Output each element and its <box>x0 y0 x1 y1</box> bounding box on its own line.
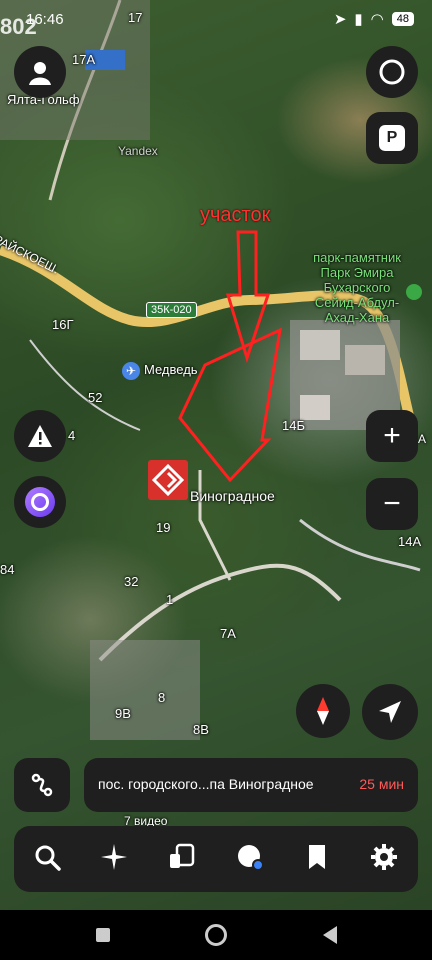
profile-avatar-button[interactable] <box>14 46 66 98</box>
map-label: Yandex <box>118 144 158 158</box>
alice-icon <box>25 487 55 517</box>
transport-icon <box>170 843 195 868</box>
route-eta: 25 мин <box>359 776 404 792</box>
alice-assistant-button[interactable] <box>14 476 66 528</box>
route-summary[interactable]: пос. городского...па Виноградное 25 мин <box>84 758 418 812</box>
plus-icon: + <box>383 419 401 452</box>
map-label: 14А <box>398 534 422 549</box>
layers-button[interactable] <box>366 46 418 98</box>
map-label: 32 <box>124 574 139 589</box>
map-label: 8 <box>158 690 166 705</box>
poi-icon[interactable]: ✈ <box>122 362 140 380</box>
bottom-toolbar <box>14 826 418 892</box>
user-icon <box>29 62 51 85</box>
circle-icon <box>379 59 405 85</box>
map-label: 17А <box>72 52 96 67</box>
transport-tab[interactable] <box>167 842 197 877</box>
compass-icon <box>317 697 329 725</box>
side-road <box>198 470 232 581</box>
wifi-icon: ◠ <box>370 11 384 28</box>
clock: 16:46 <box>26 11 64 28</box>
status-bar: 802 16:46 ➤ ▮ ◠ 48 <box>0 0 432 40</box>
map-label: 1 <box>166 592 174 607</box>
building-block <box>90 640 200 740</box>
plot-annotation: участок <box>200 204 271 226</box>
map-label: 14Б <box>282 418 305 433</box>
my-location-button[interactable] <box>362 684 418 740</box>
map-label: 7А <box>220 626 236 641</box>
battery-icon: 48 <box>391 12 414 26</box>
park-label[interactable]: парк-памятник Парк Эмира Бухарского Сейи… <box>292 250 422 325</box>
map-label: 16Г <box>52 317 74 332</box>
sparkle-icon <box>101 843 127 870</box>
route-button[interactable] <box>14 758 70 812</box>
zoom-out-button[interactable]: − <box>366 478 418 530</box>
building <box>345 345 385 375</box>
compass-button[interactable] <box>296 684 350 738</box>
logo-mark <box>148 460 188 500</box>
road-number-badge: 35К-020 <box>146 302 197 318</box>
parking-icon: P <box>379 125 405 151</box>
map-label: 8В <box>193 722 209 737</box>
search-icon <box>35 845 61 871</box>
pin-dot-icon <box>238 844 264 871</box>
route-bar: пос. городского...па Виноградное 25 мин <box>14 758 418 812</box>
building <box>300 395 330 420</box>
map-label: А <box>418 432 427 446</box>
map-label: 84 <box>0 562 15 577</box>
route-icon <box>31 773 53 797</box>
map-label: 9В <box>115 706 131 721</box>
settings-tab[interactable] <box>369 842 399 877</box>
home-button[interactable] <box>205 924 227 946</box>
route-destination: пос. городского...па Виноградное <box>98 776 314 792</box>
plot-outline <box>178 327 282 483</box>
recent-apps-button[interactable] <box>95 928 110 942</box>
system-nav-bar <box>0 910 432 960</box>
back-button[interactable] <box>322 926 337 944</box>
park-paw-icon[interactable] <box>406 284 422 300</box>
zoom-in-button[interactable]: + <box>366 410 418 462</box>
map-label: 4 <box>68 428 76 443</box>
map-label: 52 <box>88 390 103 405</box>
bookmark-icon <box>309 844 325 869</box>
warning-icon <box>28 425 52 447</box>
signal-icon: ▮ <box>354 11 363 28</box>
navigation-arrow-icon <box>379 701 401 723</box>
minus-icon: − <box>383 487 401 520</box>
report-button[interactable] <box>14 410 66 462</box>
map-label: 19 <box>156 520 171 535</box>
status-icons: ➤ ▮ ◠ 48 <box>334 10 414 28</box>
search-tab[interactable] <box>33 843 61 876</box>
bookmarks-tab[interactable] <box>303 842 331 877</box>
map-label: Медведь <box>144 362 198 377</box>
parking-button[interactable]: P <box>366 112 418 164</box>
gear-icon <box>371 843 397 870</box>
discover-tab[interactable] <box>99 842 129 877</box>
location-icon: ➤ <box>333 11 347 28</box>
village-label[interactable]: Виноградное <box>190 488 275 504</box>
services-tab[interactable] <box>235 842 265 877</box>
building <box>300 330 340 360</box>
